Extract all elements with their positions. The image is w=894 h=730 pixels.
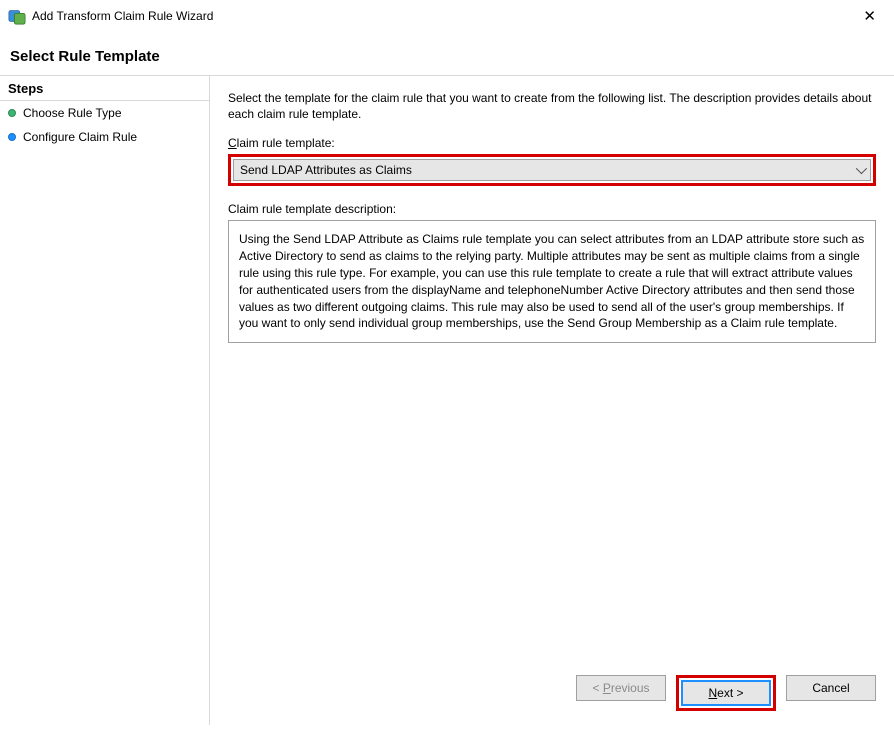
description-label: Claim rule template description: <box>228 202 876 216</box>
template-label: Claim rule template: <box>228 136 876 150</box>
next-button-highlight: Next > <box>676 675 776 711</box>
instructions-text: Select the template for the claim rule t… <box>228 90 876 122</box>
step-label: Configure Claim Rule <box>23 130 137 144</box>
cancel-button[interactable]: Cancel <box>786 675 876 701</box>
step-choose-rule-type[interactable]: Choose Rule Type <box>0 101 209 125</box>
step-configure-claim-rule[interactable]: Configure Claim Rule <box>0 125 209 149</box>
chevron-down-icon <box>856 163 867 174</box>
template-dropdown-highlight: Send LDAP Attributes as Claims <box>228 154 876 186</box>
wizard-icon <box>8 7 26 25</box>
step-bullet-icon <box>8 133 16 141</box>
close-icon[interactable]: ✕ <box>855 5 884 28</box>
content-area: Steps Choose Rule Type Configure Claim R… <box>0 75 894 725</box>
main-panel: Select the template for the claim rule t… <box>210 76 894 725</box>
next-button[interactable]: Next > <box>681 680 771 706</box>
steps-header: Steps <box>0 76 209 101</box>
title-bar: Add Transform Claim Rule Wizard ✕ <box>0 0 894 32</box>
window-title: Add Transform Claim Rule Wizard <box>32 9 855 23</box>
claim-rule-template-dropdown[interactable]: Send LDAP Attributes as Claims <box>233 159 871 181</box>
step-bullet-icon <box>8 109 16 117</box>
wizard-steps-sidebar: Steps Choose Rule Type Configure Claim R… <box>0 76 210 725</box>
page-heading: Select Rule Template <box>0 32 894 75</box>
template-description-box: Using the Send LDAP Attribute as Claims … <box>228 220 876 343</box>
wizard-button-row: < Previous Next > Cancel <box>228 675 876 711</box>
dropdown-selected-value: Send LDAP Attributes as Claims <box>240 163 412 177</box>
step-label: Choose Rule Type <box>23 106 122 120</box>
previous-button: < Previous <box>576 675 666 701</box>
